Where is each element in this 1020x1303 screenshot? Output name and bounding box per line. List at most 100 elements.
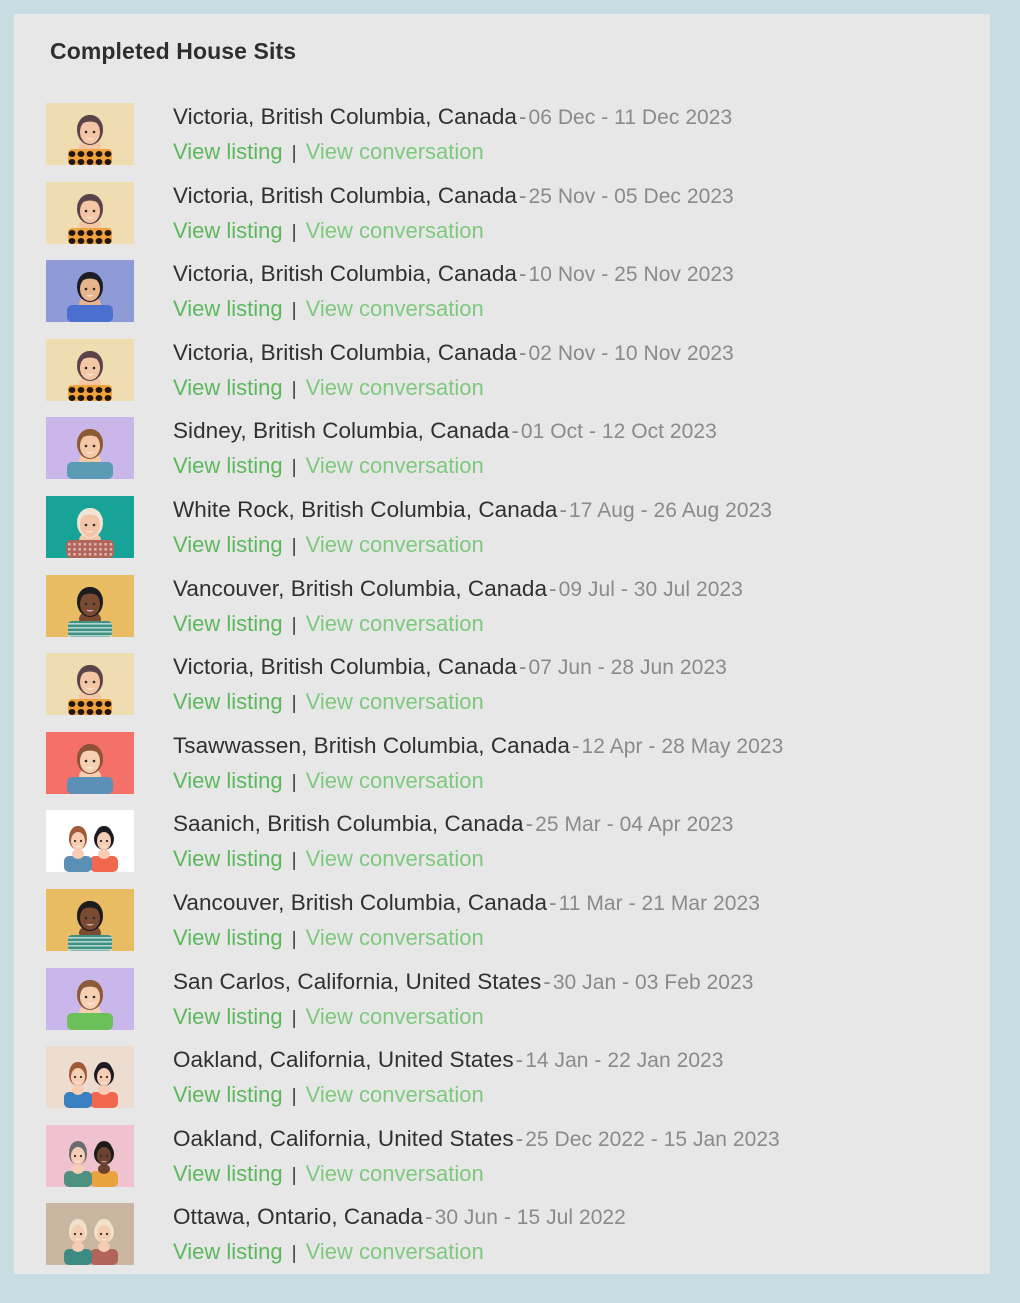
avatar-couple-tan-bg [46,1203,134,1266]
house-sit-row: Ottawa, Ontario, Canada-30 Jun - 15 Jul … [46,1201,976,1280]
house-sit-links: View listing | View conversation [173,607,976,642]
view-conversation-link[interactable]: View conversation [306,689,484,714]
view-conversation-link[interactable]: View conversation [306,925,484,950]
house-sit-title-line: Oakland, California, United States-14 Ja… [173,1043,976,1078]
house-sit-details: Saanich, British Columbia, Canada-25 Mar… [173,807,976,877]
view-listing-link[interactable]: View listing [173,689,283,714]
view-conversation-link[interactable]: View conversation [306,139,484,164]
house-sit-location: Oakland, California, United States [173,1047,514,1073]
house-sit-location: Ottawa, Ontario, Canada [173,1204,424,1230]
title-dash: - [518,182,527,208]
avatar-woman-white-hair-teal [46,495,134,558]
link-separator: | [291,1007,297,1029]
house-sit-links: View listing | View conversation [173,214,976,249]
view-conversation-link[interactable]: View conversation [306,453,484,478]
title-dash: - [425,1204,433,1230]
house-sit-links: View listing | View conversation [173,292,976,327]
view-conversation-link[interactable]: View conversation [306,1082,484,1107]
house-sit-details: Oakland, California, United States-14 Ja… [173,1043,976,1113]
view-listing-link[interactable]: View listing [173,532,283,557]
house-sit-title-line: Victoria, British Columbia, Canada-06 De… [173,100,976,135]
view-conversation-link[interactable]: View conversation [306,1239,484,1264]
avatar-woman-leopard-top [46,181,134,244]
view-conversation-link[interactable]: View conversation [306,611,484,636]
house-sit-location: White Rock, British Columbia, Canada [173,496,558,522]
link-separator: | [291,221,297,243]
view-listing-link[interactable]: View listing [173,453,283,478]
view-listing-link[interactable]: View listing [173,611,283,636]
view-listing-link[interactable]: View listing [173,296,283,321]
view-listing-link[interactable]: View listing [173,846,283,871]
house-sit-dates: 30 Jan - 03 Feb 2023 [552,970,754,994]
view-listing-link[interactable]: View listing [173,375,283,400]
link-separator: | [291,614,297,636]
house-sit-location: Victoria, British Columbia, Canada [173,182,517,208]
avatar-woman-leopard-top [46,103,134,165]
view-conversation-link[interactable]: View conversation [306,218,484,243]
view-conversation-link[interactable]: View conversation [306,1161,484,1186]
view-listing-link[interactable]: View listing [173,1161,283,1186]
house-sit-links: View listing | View conversation [173,1000,976,1035]
view-conversation-link[interactable]: View conversation [306,768,484,793]
link-separator: | [291,928,297,950]
house-sit-details: Victoria, British Columbia, Canada-07 Ju… [173,650,976,720]
house-sit-dates: 25 Mar - 04 Apr 2023 [535,813,734,837]
title-dash: - [515,1125,524,1151]
avatar-man-brown-hair-purple [46,417,134,480]
house-sit-dates: 07 Jun - 28 Jun 2023 [528,656,727,680]
completed-sits-list: Victoria, British Columbia, Canada-06 De… [46,101,976,1280]
house-sit-row: Victoria, British Columbia, Canada-02 No… [46,337,976,416]
title-dash: - [559,496,568,522]
house-sit-details: Sidney, British Columbia, Canada-01 Oct … [173,414,976,484]
house-sit-details: White Rock, British Columbia, Canada-17 … [173,493,976,563]
house-sit-row: Vancouver, British Columbia, Canada-09 J… [46,573,976,652]
page-title: Completed House Sits [50,38,297,64]
house-sit-title-line: White Rock, British Columbia, Canada-17 … [173,493,976,528]
house-sit-links: View listing | View conversation [173,842,976,877]
link-separator: | [291,693,297,715]
view-listing-link[interactable]: View listing [173,139,283,164]
house-sit-location: Sidney, British Columbia, Canada [173,418,510,444]
title-dash: - [518,261,527,287]
avatar-woman-dark-hair-blue [46,260,134,323]
house-sit-dates: 14 Jan - 22 Jan 2023 [525,1049,724,1073]
view-conversation-link[interactable]: View conversation [306,1004,484,1029]
house-sit-links: View listing | View conversation [173,1157,976,1192]
house-sit-row: San Carlos, California, United States-30… [46,966,976,1045]
house-sit-row: White Rock, British Columbia, Canada-17 … [46,494,976,573]
house-sit-title-line: Victoria, British Columbia, Canada-02 No… [173,336,976,371]
title-dash: - [543,968,551,994]
view-listing-link[interactable]: View listing [173,218,283,243]
view-conversation-link[interactable]: View conversation [306,846,484,871]
house-sit-row: Tsawwassen, British Columbia, Canada-12 … [46,730,976,809]
avatar-couple-white-bg [46,810,134,873]
avatar-woman-bun-gold [46,574,134,637]
view-listing-link[interactable]: View listing [173,768,283,793]
view-listing-link[interactable]: View listing [173,925,283,950]
house-sit-details: San Carlos, California, United States-30… [173,965,976,1035]
house-sit-row: Saanich, British Columbia, Canada-25 Mar… [46,808,976,887]
house-sit-location: Victoria, British Columbia, Canada [173,104,517,129]
view-listing-link[interactable]: View listing [173,1239,283,1264]
title-dash: - [518,339,527,365]
view-conversation-link[interactable]: View conversation [306,532,484,557]
house-sit-links: View listing | View conversation [173,135,976,170]
house-sit-links: View listing | View conversation [173,685,976,720]
view-listing-link[interactable]: View listing [173,1082,283,1107]
title-dash: - [518,654,527,680]
house-sit-details: Vancouver, British Columbia, Canada-11 M… [173,886,976,956]
house-sit-details: Victoria, British Columbia, Canada-10 No… [173,257,976,327]
avatar-couple-beige-bg [46,1046,134,1109]
house-sit-dates: 17 Aug - 26 Aug 2023 [569,498,773,522]
title-dash: - [549,575,557,601]
view-conversation-link[interactable]: View conversation [306,296,484,321]
link-separator: | [291,378,297,400]
house-sit-dates: 09 Jul - 30 Jul 2023 [558,577,743,601]
house-sit-dates: 01 Oct - 12 Oct 2023 [520,420,717,444]
house-sit-title-line: Victoria, British Columbia, Canada-25 No… [173,179,976,214]
view-listing-link[interactable]: View listing [173,1004,283,1029]
view-conversation-link[interactable]: View conversation [306,375,484,400]
completed-house-sits-panel: Completed House Sits Victoria, British C… [14,14,990,1274]
house-sit-details: Victoria, British Columbia, Canada-06 De… [173,100,976,170]
link-separator: | [291,143,297,164]
